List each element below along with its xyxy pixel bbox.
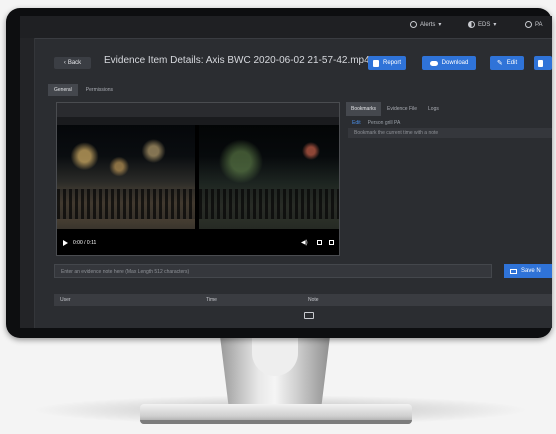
monitor: Alerts ▾ EDS ▾ PA ‹ Back Evidence Item D… [6,8,552,338]
edit-button[interactable]: ✎ Edit [490,56,524,70]
chevron-down-icon: ▾ [438,22,442,28]
report-label: Report [382,60,401,66]
notes-table-empty [54,308,552,326]
column-note: Note [308,297,319,303]
report-button[interactable]: Report [368,56,406,70]
delete-button[interactable] [534,56,552,70]
edit-label: Edit [506,60,518,66]
volume-icon[interactable]: ◀) [301,239,308,246]
download-label: Download [441,60,469,66]
report-icon [372,59,379,67]
subtab-person[interactable]: Person grill PA [368,120,401,126]
back-button[interactable]: ‹ Back [54,57,91,69]
pencil-icon: ✎ [496,60,503,67]
video-frame-left [57,125,195,229]
video-player[interactable]: 0:00 / 0:11 ◀) [56,102,340,256]
top-bar: Alerts ▾ EDS ▾ PA [20,16,552,39]
right-panel-tabs: Bookmarks Evidence File Logs [346,102,444,116]
trash-icon [538,59,543,67]
column-user: User [60,297,71,303]
save-note-label: Save N [521,268,541,274]
download-button[interactable]: Download [422,56,476,70]
evidence-note-input[interactable]: Enter an evidence note here (Max Length … [54,264,492,278]
cloud-download-icon [429,60,438,66]
org-menu[interactable]: EDS ▾ [468,21,496,28]
player-window-chrome [57,103,339,118]
notes-table-header: User Time Note [54,294,552,306]
bookmark-input[interactable]: Bookmark the current time with a note [348,128,552,138]
crowd-silhouettes [57,189,195,219]
back-label: Back [67,60,82,66]
main-tabs: General Permissions [48,84,120,96]
page-title: Evidence Item Details: Axis BWC 2020-06-… [104,55,370,66]
right-panel: Bookmarks Evidence File Logs Edit Person… [346,102,552,254]
app-screen: Alerts ▾ EDS ▾ PA ‹ Back Evidence Item D… [20,16,552,328]
fullscreen-icon[interactable] [329,240,334,245]
left-rail [20,38,35,328]
org-label: EDS [478,21,491,28]
bell-icon [410,21,417,28]
player-controls: 0:00 / 0:11 ◀) [57,235,339,253]
player-menu-bar [57,117,339,125]
note-icon [510,268,517,274]
monitor-stand-base-edge [140,420,412,424]
user-menu[interactable]: PA [525,21,543,28]
subtab-edit[interactable]: Edit [352,120,361,126]
page-header: ‹ Back Evidence Item Details: Axis BWC 2… [34,38,552,82]
chevron-left-icon: ‹ [63,60,66,66]
pip-icon[interactable] [317,240,322,245]
player-time: 0:00 / 0:11 [73,240,97,246]
chevron-down-icon: ▾ [493,22,497,28]
bookmark-subtabs: Edit Person grill PA [352,120,400,126]
tab-logs[interactable]: Logs [423,102,444,116]
contrast-icon [468,21,475,28]
alerts-label: Alerts [420,21,436,28]
tab-general[interactable]: General [48,84,78,96]
video-frame-right [199,125,339,229]
tab-evidence-file[interactable]: Evidence File [382,102,423,116]
crowd-silhouettes [199,189,339,219]
save-note-button[interactable]: Save N [504,264,552,278]
user-icon [525,21,532,28]
alerts-menu[interactable]: Alerts ▾ [410,21,441,28]
tab-bookmarks[interactable]: Bookmarks [346,102,382,116]
column-time: Time [206,297,217,303]
user-label: PA [535,21,543,28]
play-icon[interactable] [63,240,68,246]
folder-icon [304,312,314,319]
tab-permissions[interactable]: Permissions [79,84,120,96]
